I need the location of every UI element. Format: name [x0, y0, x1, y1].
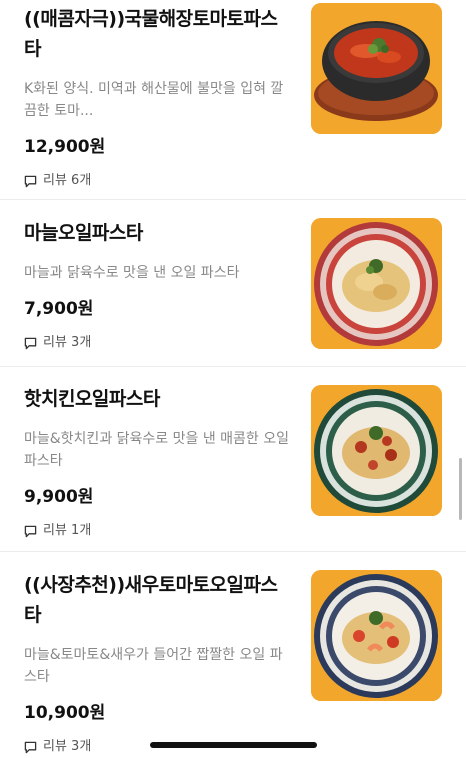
garlic-oil-pasta-photo-icon: [311, 218, 442, 349]
menu-item-description: 마늘&핫치킨과 닭육수로 맛을 낸 매콤한 오일 파스타: [24, 431, 290, 469]
menu-item-image[interactable]: [311, 218, 442, 349]
menu-item[interactable]: 핫치킨오일파스타 마늘&핫치킨과 닭육수로 맛을 낸 매콤한 오일 파스타 9,…: [0, 367, 466, 552]
comment-icon: [24, 741, 37, 753]
menu-item-image[interactable]: [311, 3, 442, 134]
scrollbar[interactable]: [459, 458, 462, 520]
comment-icon: [24, 525, 37, 537]
review-count: 리뷰 3개: [43, 739, 92, 754]
menu-item-name: ((매콤자극))국물해장토마토파스타: [24, 8, 278, 60]
menu-item[interactable]: 마늘오일파스타 마늘과 닭육수로 맛을 낸 오일 파스타 7,900원 리뷰 3…: [0, 200, 466, 367]
menu-item-name: 마늘오일파스타: [24, 222, 143, 244]
menu-item[interactable]: ((사장추천))새우토마토오일파스타 마늘&토마토&새우가 들어간 짭짤한 오일…: [0, 552, 466, 758]
menu-item-description: 마늘과 닭육수로 맛을 낸 오일 파스타: [24, 265, 240, 281]
menu-item-name: 핫치킨오일파스타: [24, 388, 160, 410]
menu-item-image[interactable]: [311, 385, 442, 516]
menu-item-price: 7,900원: [24, 299, 94, 319]
hot-chicken-pasta-photo-icon: [311, 385, 442, 516]
comment-icon: [24, 175, 37, 187]
review-link[interactable]: 리뷰 6개: [24, 172, 294, 190]
menu-item-price: 9,900원: [24, 487, 94, 507]
menu-item-price: 12,900원: [24, 137, 106, 157]
menu-item-description: 마늘&토마토&새우가 들어간 짭짤한 오일 파스타: [24, 647, 283, 685]
menu-item[interactable]: ((매콤자극))국물해장토마토파스타 K화된 양식. 미역과 해산물에 불맛을 …: [0, 0, 466, 200]
home-indicator[interactable]: [150, 742, 317, 748]
tomato-soup-pasta-photo-icon: [311, 3, 442, 134]
menu-item-price: 10,900원: [24, 703, 106, 723]
review-count: 리뷰 1개: [43, 523, 92, 538]
review-count: 리뷰 6개: [43, 173, 92, 188]
menu-item-description: K화된 양식. 미역과 해산물에 불맛을 입혀 깔끔한 토마...: [24, 81, 284, 119]
review-link[interactable]: 리뷰 1개: [24, 522, 294, 540]
menu-item-name: ((사장추천))새우토마토오일파스타: [24, 574, 278, 626]
comment-icon: [24, 337, 37, 349]
review-count: 리뷰 3개: [43, 335, 92, 350]
shrimp-tomato-pasta-photo-icon: [311, 570, 442, 701]
review-link[interactable]: 리뷰 3개: [24, 334, 294, 352]
menu-item-image[interactable]: [311, 570, 442, 701]
